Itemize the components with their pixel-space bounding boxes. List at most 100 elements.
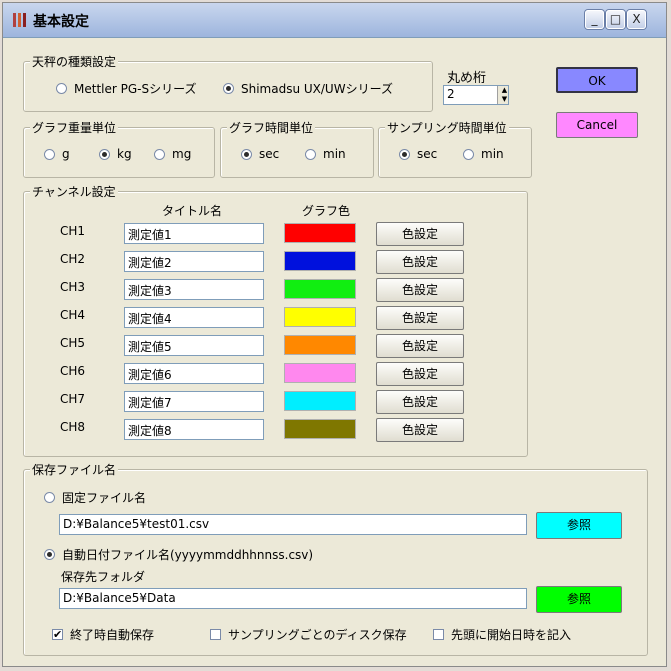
radio-unit-kg[interactable]: kg — [99, 147, 132, 161]
radio-graph-min[interactable]: min — [305, 147, 346, 161]
radio-unit-g-label: g — [62, 147, 70, 161]
set-color-button[interactable]: 色設定 — [376, 418, 464, 442]
write-start-time-checkbox[interactable]: 先頭に開始日時を記入 — [433, 626, 571, 643]
write-start-time-label: 先頭に開始日時を記入 — [451, 628, 572, 642]
maximize-button[interactable]: □ — [606, 10, 625, 29]
title-column-header: タイトル名 — [162, 204, 223, 218]
browse-folder-button[interactable]: 参照 — [536, 586, 622, 613]
channel-label: CH7 — [60, 392, 86, 406]
fixed-path-field[interactable]: D:¥Balance5¥test01.csv — [59, 514, 527, 535]
channel-label: CH5 — [60, 336, 86, 350]
auto-save-on-exit-checkbox[interactable]: ✔ 終了時自動保存 — [52, 626, 154, 643]
channel-label: CH6 — [60, 364, 86, 378]
channel-color-swatch — [284, 251, 356, 271]
radio-unit-g-circle — [44, 148, 55, 160]
save-per-sampling-label: サンプリングごとのディスク保存 — [228, 628, 407, 642]
radio-sampling-min[interactable]: min — [463, 147, 504, 161]
rounding-label: 丸め桁 — [447, 71, 487, 86]
channel-color-swatch — [284, 363, 356, 383]
channel-label: CH8 — [60, 420, 86, 434]
sampling-time-unit-label: サンプリング時間単位 — [385, 119, 509, 136]
set-color-button[interactable]: 色設定 — [376, 390, 464, 414]
channel-label: CH4 — [60, 308, 86, 322]
channel-color-swatch — [284, 419, 356, 439]
channel-title-field[interactable]: 測定値7 — [124, 391, 264, 412]
write-start-time-box — [433, 629, 444, 640]
auto-save-on-exit-box: ✔ — [52, 628, 63, 641]
radio-graph-min-circle — [305, 148, 316, 160]
channel-title-field[interactable]: 測定値1 — [124, 223, 264, 244]
radio-unit-g[interactable]: g — [44, 147, 70, 161]
channel-color-swatch — [284, 391, 356, 411]
rounding-value: 2 — [447, 87, 455, 101]
radio-auto-filename-circle — [44, 549, 55, 560]
channel-color-swatch — [284, 307, 356, 327]
radio-sampling-min-circle — [463, 148, 474, 160]
window-title: 基本設定 — [33, 14, 89, 30]
sampling-time-unit-group: サンプリング時間単位 sec min — [378, 119, 532, 178]
channel-color-swatch — [284, 335, 356, 355]
radio-unit-kg-label: kg — [117, 147, 132, 161]
channel-label: CH3 — [60, 280, 86, 294]
channel-label: CH2 — [60, 252, 86, 266]
cancel-button[interactable]: Cancel — [556, 112, 638, 138]
folder-path-field[interactable]: D:¥Balance5¥Data — [59, 588, 527, 609]
auto-save-on-exit-label: 終了時自動保存 — [70, 628, 155, 642]
save-file-label: 保存ファイル名 — [30, 461, 119, 478]
minimize-button[interactable]: _ — [585, 10, 604, 29]
radio-graph-sec[interactable]: sec — [241, 147, 279, 161]
rounding-spinner[interactable]: 2 ▲ ▼ — [443, 85, 509, 105]
set-color-button[interactable]: 色設定 — [376, 250, 464, 274]
set-color-button[interactable]: 色設定 — [376, 362, 464, 386]
channel-settings-label: チャンネル設定 — [30, 183, 118, 200]
radio-mettler-circle — [56, 83, 67, 94]
save-per-sampling-box — [210, 629, 221, 640]
channel-settings-group: チャンネル設定 タイトル名 グラフ色 CH1 測定値1 色設定 CH2 測定値2 色設定 C… — [23, 183, 528, 457]
radio-unit-mg-circle — [154, 148, 165, 160]
app-icon — [13, 13, 27, 27]
radio-unit-mg-label: mg — [172, 147, 192, 161]
channel-title-field[interactable]: 測定値3 — [124, 279, 264, 300]
folder-path-value: D:¥Balance5¥Data — [63, 591, 176, 605]
browse-fixed-button[interactable]: 参照 — [536, 512, 622, 539]
radio-unit-kg-circle — [99, 148, 110, 160]
save-per-sampling-checkbox[interactable]: サンプリングごとのディスク保存 — [210, 626, 407, 643]
radio-shimadsu-circle — [223, 83, 234, 94]
set-color-button[interactable]: 色設定 — [376, 222, 464, 246]
radio-graph-sec-circle — [241, 148, 252, 160]
ok-button[interactable]: OK — [556, 67, 638, 93]
channel-title-field[interactable]: 測定値4 — [124, 307, 264, 328]
channel-title-field[interactable]: 測定値5 — [124, 335, 264, 356]
channel-color-swatch — [284, 279, 356, 299]
color-column-header: グラフ色 — [302, 204, 351, 218]
radio-fixed-filename[interactable]: 固定ファイル名 — [44, 489, 146, 506]
radio-sampling-sec[interactable]: sec — [399, 147, 437, 161]
radio-graph-sec-label: sec — [259, 147, 280, 161]
radio-graph-min-label: min — [323, 147, 346, 161]
settings-dialog: 基本設定 _ □ X 天秤の種類設定 Mettler PG-Sシリーズ Shim… — [2, 2, 667, 667]
radio-fixed-filename-circle — [44, 492, 55, 503]
channel-title-field[interactable]: 測定値6 — [124, 363, 264, 384]
set-color-button[interactable]: 色設定 — [376, 334, 464, 358]
radio-shimadsu[interactable]: Shimadsu UX/UWシリーズ — [223, 80, 393, 97]
close-button[interactable]: X — [627, 10, 646, 29]
radio-shimadsu-label: Shimadsu UX/UWシリーズ — [241, 82, 393, 96]
channel-title-field[interactable]: 測定値8 — [124, 419, 264, 440]
set-color-button[interactable]: 色設定 — [376, 306, 464, 330]
folder-label: 保存先フォルダ — [61, 570, 146, 584]
spinner-arrows-icon[interactable]: ▲ ▼ — [497, 86, 508, 104]
set-color-button[interactable]: 色設定 — [376, 278, 464, 302]
radio-mettler[interactable]: Mettler PG-Sシリーズ — [56, 80, 197, 97]
balance-type-label: 天秤の種類設定 — [30, 53, 119, 70]
radio-unit-mg[interactable]: mg — [154, 147, 191, 161]
radio-sampling-sec-circle — [399, 148, 410, 160]
radio-sampling-sec-label: sec — [417, 147, 438, 161]
radio-auto-filename[interactable]: 自動日付ファイル名(yyyymmddhhnnss.csv) — [44, 546, 313, 563]
radio-fixed-filename-label: 固定ファイル名 — [62, 491, 147, 505]
balance-type-group: 天秤の種類設定 Mettler PG-Sシリーズ Shimadsu UX/UWシ… — [23, 53, 433, 112]
channel-title-field[interactable]: 測定値2 — [124, 251, 264, 272]
radio-auto-filename-label: 自動日付ファイル名(yyyymmddhhnnss.csv) — [62, 548, 314, 562]
graph-time-unit-label: グラフ時間単位 — [227, 119, 316, 136]
graph-time-unit-group: グラフ時間単位 sec min — [220, 119, 374, 178]
channel-color-swatch — [284, 223, 356, 243]
